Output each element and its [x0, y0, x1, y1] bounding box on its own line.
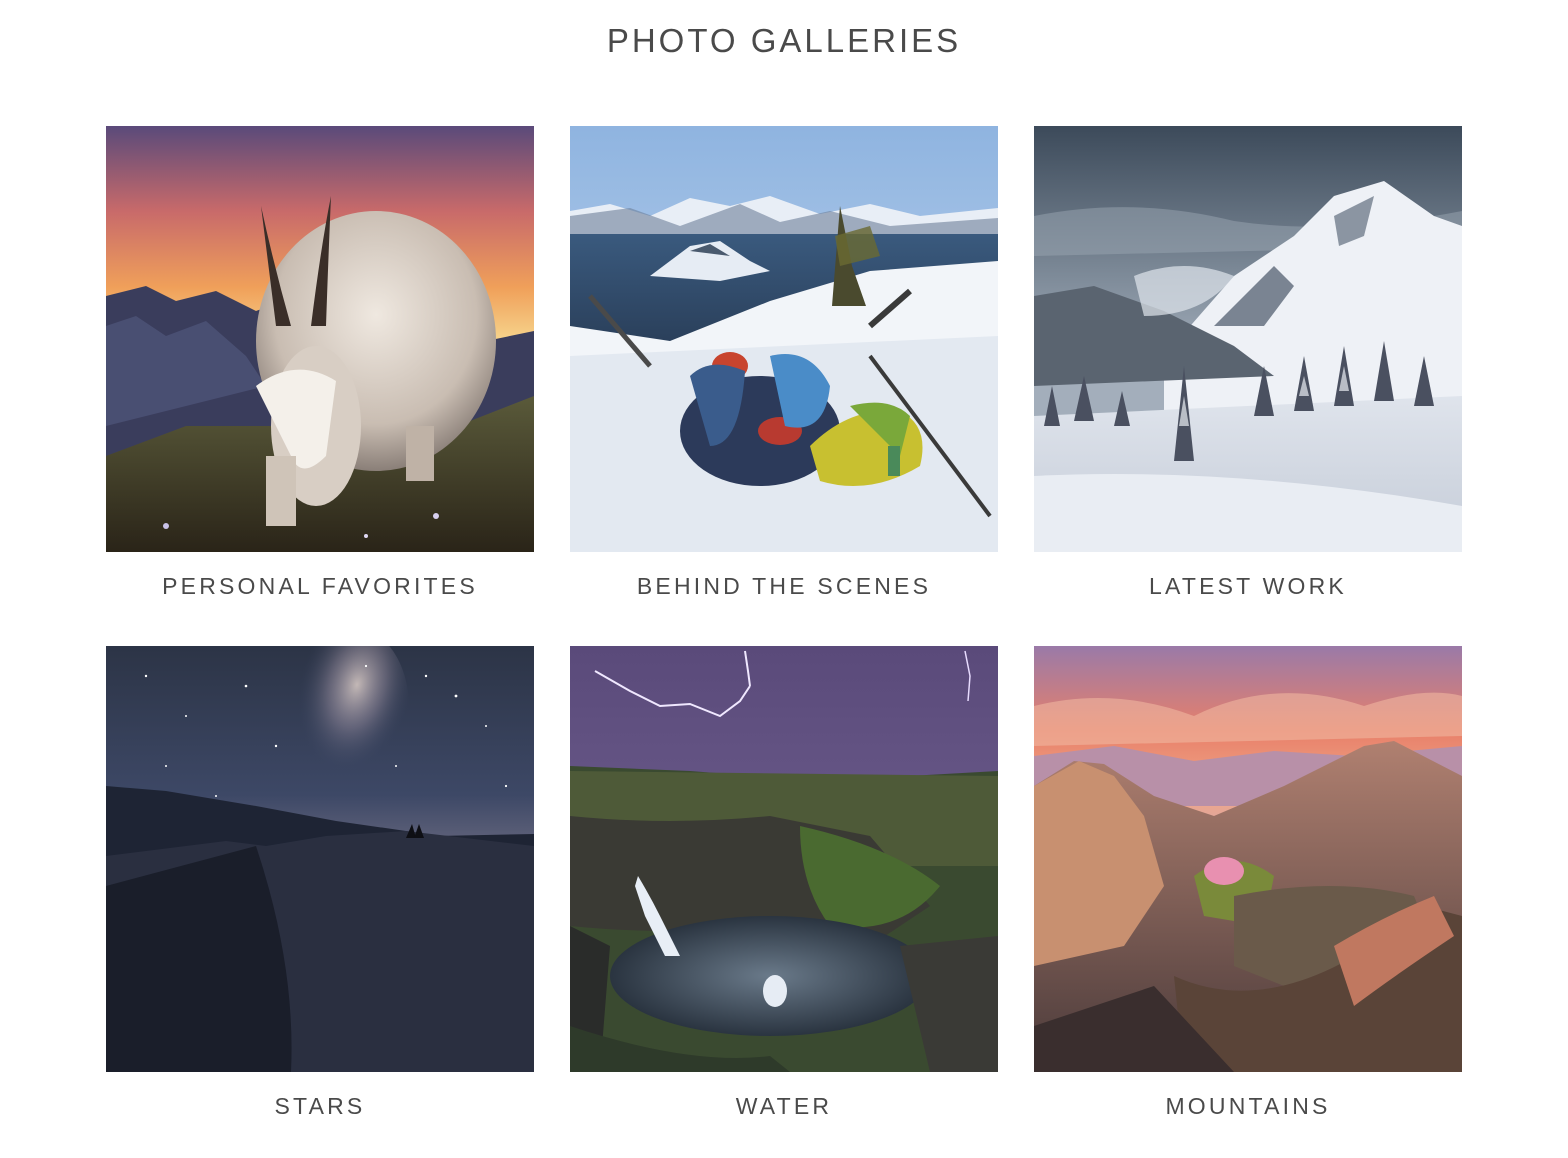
- snowy-mountain-forest-image: [1034, 126, 1462, 552]
- gallery-thumbnail-water[interactable]: [570, 646, 998, 1072]
- gallery-thumbnail-latest-work[interactable]: [1034, 126, 1462, 552]
- gallery-label[interactable]: MOUNTAINS: [1034, 1093, 1462, 1120]
- gallery-label[interactable]: BEHIND THE SCENES: [570, 573, 998, 600]
- gallery-label[interactable]: STARS: [106, 1093, 534, 1120]
- gallery-thumbnail-stars[interactable]: [106, 646, 534, 1072]
- gallery-label[interactable]: WATER: [570, 1093, 998, 1120]
- waterfall-lightning-canyon-image: [570, 646, 998, 1072]
- gallery-card-personal-favorites[interactable]: PERSONAL FAVORITES: [106, 126, 534, 600]
- snow-camp-crater-lake-image: [570, 126, 998, 552]
- milky-way-dunes-image: [106, 646, 534, 1072]
- gallery-thumbnail-mountains[interactable]: [1034, 646, 1462, 1072]
- gallery-card-latest-work[interactable]: LATEST WORK: [1034, 126, 1462, 600]
- gallery-label[interactable]: PERSONAL FAVORITES: [106, 573, 534, 600]
- gallery-card-stars[interactable]: STARS: [106, 646, 534, 1120]
- gallery-card-behind-the-scenes[interactable]: BEHIND THE SCENES: [570, 126, 998, 600]
- mountain-goat-sunset-image: [106, 126, 534, 552]
- pink-sunset-mountains-image: [1034, 646, 1462, 1072]
- gallery-card-mountains[interactable]: MOUNTAINS: [1034, 646, 1462, 1120]
- gallery-card-water[interactable]: WATER: [570, 646, 998, 1120]
- page-title: PHOTO GALLERIES: [606, 22, 962, 59]
- gallery-thumbnail-behind-the-scenes[interactable]: [570, 126, 998, 552]
- gallery-label[interactable]: LATEST WORK: [1034, 573, 1462, 600]
- gallery-thumbnail-personal-favorites[interactable]: [106, 126, 534, 552]
